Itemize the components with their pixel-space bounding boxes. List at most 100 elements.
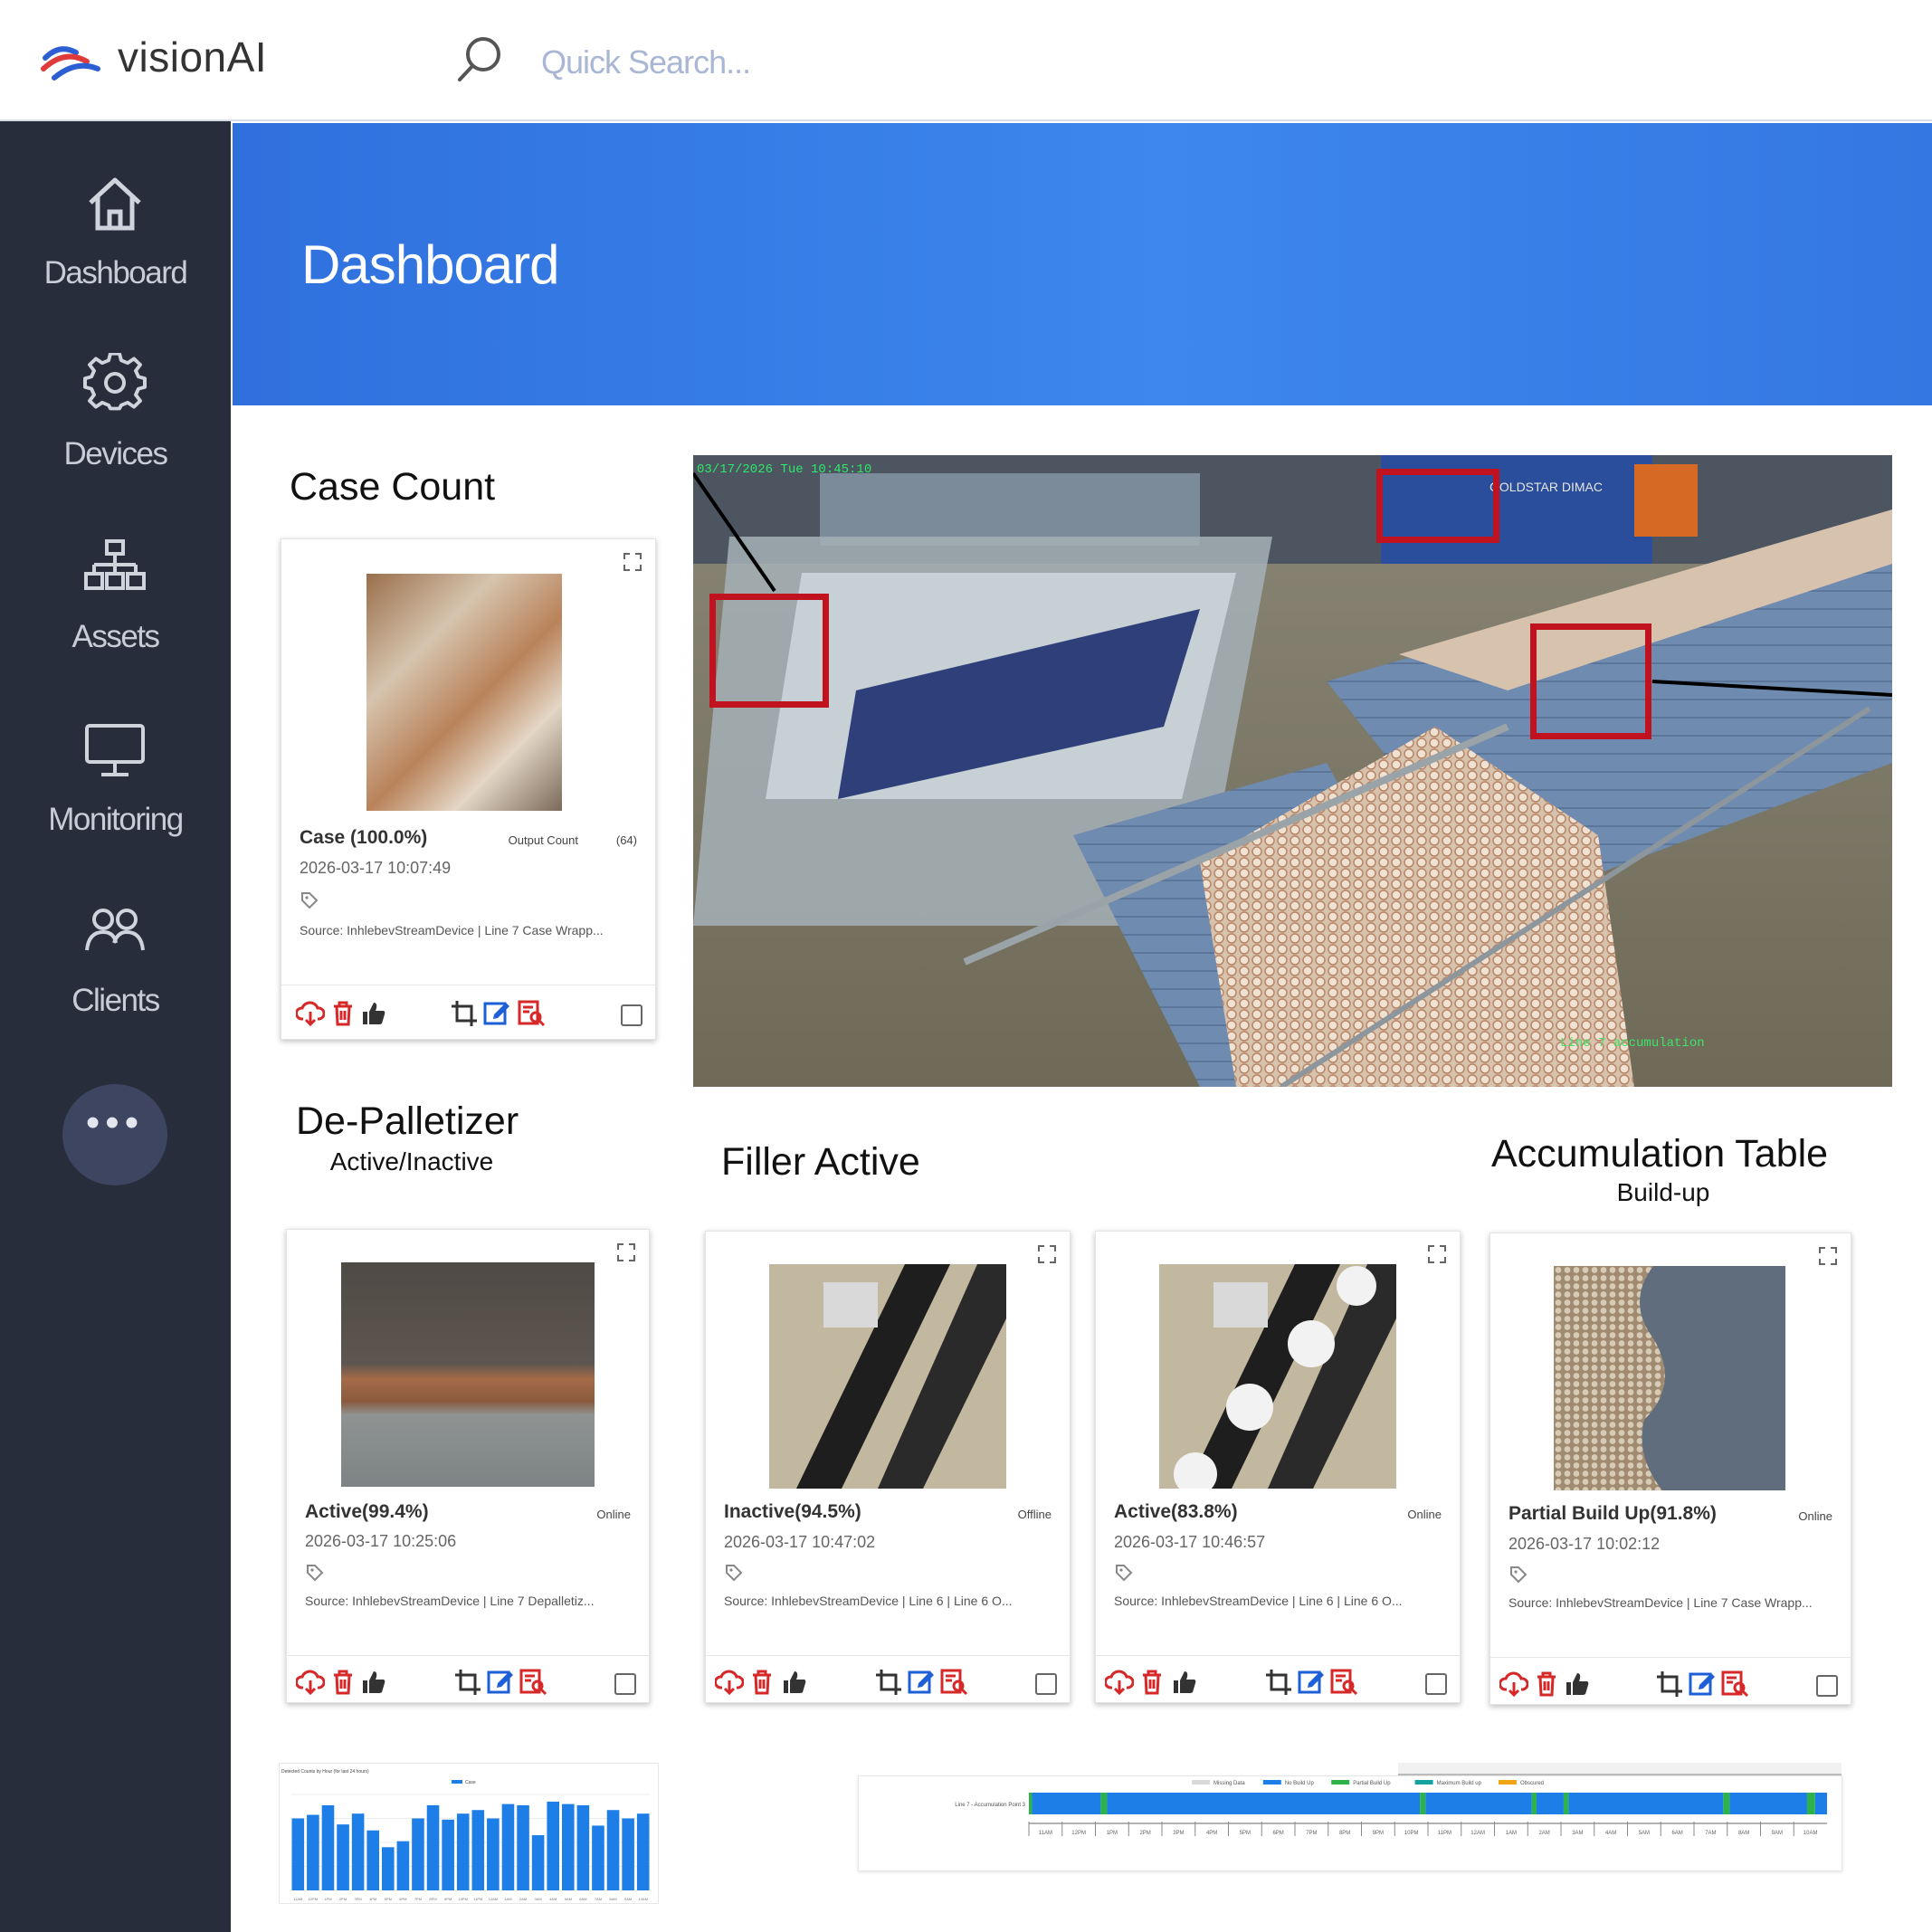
detection-thumbnail[interactable] [769,1264,1006,1489]
sidebar-item-clients[interactable]: Clients [0,899,231,1071]
filler-card-active[interactable]: Active(83.8%) Online 2026-03-17 10:46:57… [1095,1231,1461,1703]
crop-icon[interactable] [874,1668,903,1697]
crop-icon[interactable] [453,1668,482,1697]
bar [636,1813,650,1890]
expand-icon[interactable] [1427,1244,1447,1264]
timeline-segment [1563,1793,1569,1814]
detection-thumbnail[interactable] [366,574,562,811]
detection-source: Source: InhlebevStreamDevice | Line 7 Ca… [300,923,604,937]
thumbs-up-icon[interactable] [359,999,388,1028]
detection-status: Partial Build Up(91.8%) [1508,1503,1717,1524]
review-icon[interactable] [939,1668,968,1697]
case-count-card[interactable]: Case (100.0%) Output Count (64) 2026-03-… [281,538,656,1040]
tag-icon[interactable] [300,890,319,910]
cloud-download-icon[interactable] [1499,1670,1528,1699]
timeline-segment [1568,1793,1724,1814]
crop-icon[interactable] [1655,1670,1684,1699]
x-tick-label: 3AM [535,1897,542,1901]
detection-box[interactable] [709,594,829,708]
tag-icon[interactable] [1508,1565,1528,1585]
detection-box[interactable] [1530,623,1651,739]
edit-annotation-icon[interactable] [1688,1670,1717,1699]
x-tick-label: 8AM [609,1897,616,1901]
x-tick-label: 6PM [399,1897,406,1901]
legend-swatch [452,1780,462,1784]
timeline-segment [1723,1793,1730,1814]
app-name: visionAI [118,33,268,81]
edit-annotation-icon[interactable] [482,999,511,1028]
edit-annotation-icon[interactable] [486,1668,515,1697]
bar [382,1847,395,1890]
edit-annotation-icon[interactable] [1297,1668,1326,1697]
review-icon[interactable] [1720,1670,1749,1699]
expand-icon[interactable] [616,1242,636,1262]
delete-icon[interactable] [747,1668,776,1697]
select-checkbox[interactable] [621,1004,642,1026]
x-tick-label: 5AM [1639,1831,1650,1836]
cloud-download-icon[interactable] [296,999,325,1028]
review-icon[interactable] [519,1668,547,1697]
detection-source: Source: InhlebevStreamDevice | Line 7 De… [305,1594,595,1608]
review-icon[interactable] [517,999,546,1028]
detection-thumbnail[interactable] [1554,1266,1785,1490]
legend-swatch [1192,1780,1210,1784]
expand-icon[interactable] [623,552,642,572]
quick-search-input[interactable] [539,38,905,87]
crop-icon[interactable] [450,999,479,1028]
expand-icon[interactable] [1037,1244,1057,1264]
accumulation-timeline-chart[interactable]: Missing Data No Build Up Partial Build Up M… [858,1775,1842,1871]
thumbs-up-icon[interactable] [359,1668,388,1697]
x-tick-label: 6PM [1272,1831,1283,1836]
select-checkbox[interactable] [1816,1675,1838,1697]
x-tick-label: 4AM [549,1897,557,1901]
cloud-download-icon[interactable] [715,1668,744,1697]
monitor-icon [85,724,145,776]
detection-box[interactable] [1376,469,1499,543]
tag-icon[interactable] [1114,1563,1134,1583]
more-menu-button[interactable]: ••• [62,1084,167,1185]
sidebar-item-devices[interactable]: Devices [0,353,231,525]
sidebar-item-dashboard[interactable]: Dashboard [0,172,231,344]
home-icon [89,177,141,231]
tag-icon[interactable] [305,1563,325,1583]
search-icon[interactable] [452,33,507,87]
thumbs-up-icon[interactable] [780,1668,809,1697]
crop-icon[interactable] [1264,1668,1293,1697]
select-checkbox[interactable] [1035,1673,1057,1695]
select-checkbox[interactable] [614,1673,636,1695]
x-tick-label: 5AM [565,1897,572,1901]
thumbs-up-icon[interactable] [1170,1668,1199,1697]
delete-icon[interactable] [328,1668,357,1697]
tag-icon[interactable] [724,1563,744,1583]
accumulation-card[interactable]: Partial Build Up(91.8%) Online 2026-03-1… [1489,1232,1851,1705]
timeline-segment [1425,1793,1532,1814]
cloud-download-icon[interactable] [296,1668,325,1697]
timeline-header-strip [1398,1763,1842,1775]
filler-card-inactive[interactable]: Inactive(94.5%) Offline 2026-03-17 10:47… [705,1231,1071,1703]
sidebar-item-label: Dashboard [43,255,188,290]
expand-icon[interactable] [1818,1246,1838,1266]
sidebar-item-assets[interactable]: Assets [0,536,231,708]
delete-icon[interactable] [1532,1670,1561,1699]
x-tick-label: 9AM [1772,1831,1783,1836]
review-icon[interactable] [1329,1668,1358,1697]
sidebar-item-monitoring[interactable]: Monitoring [0,719,231,890]
camera-feed[interactable]: GOLDSTAR DIMAC 03/17/2026 Tue 10:45:10 L… [693,455,1892,1087]
sidebar-item-label: Assets [71,619,160,654]
detection-thumbnail[interactable] [1159,1264,1396,1489]
delete-icon[interactable] [1137,1668,1166,1697]
cloud-download-icon[interactable] [1105,1668,1134,1697]
thumbs-up-icon[interactable] [1563,1670,1592,1699]
bar [471,1810,485,1890]
depalletizer-card[interactable]: Active(99.4%) Online 2026-03-17 10:25:06… [286,1229,650,1703]
select-checkbox[interactable] [1425,1673,1447,1695]
camera-caption: Line 7 accumulation [1560,1036,1705,1051]
bar [622,1818,634,1890]
detection-thumbnail[interactable] [341,1262,595,1487]
bar [426,1804,440,1890]
delete-icon[interactable] [328,999,357,1028]
edit-annotation-icon[interactable] [907,1668,936,1697]
x-tick-label: 12AM [1470,1831,1485,1836]
hourly-counts-chart[interactable]: Detected Counts by Hour (for last 24 hou… [279,1763,659,1904]
x-tick-label: 12PM [309,1897,318,1901]
